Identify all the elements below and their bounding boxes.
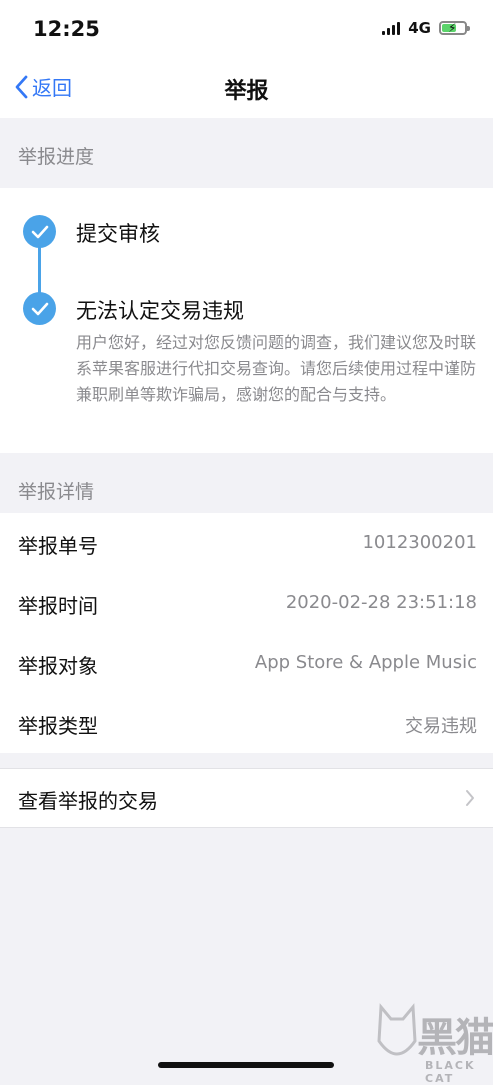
chevron-right-icon (466, 790, 474, 806)
details-header-text: 举报详情 (18, 481, 95, 503)
view-reported-transaction-row[interactable]: 查看举报的交易 (0, 768, 493, 828)
check-icon (23, 215, 56, 248)
status-time: 12:25 (33, 17, 100, 41)
progress-header-text: 举报进度 (18, 146, 95, 168)
status-indicators: 4G ⚡ (382, 19, 470, 37)
black-cat-watermark: 黑猫 BLACK CAT (375, 999, 493, 1085)
detail-value: 2020-02-28 23:51:18 (285, 592, 477, 613)
progress-timeline: 提交审核 无法认定交易违规 用户您好，经过对您反馈问题的调查，我们建议您及时联系… (0, 188, 493, 453)
detail-value: 1012300201 (362, 532, 477, 553)
detail-label: 举报对象 (18, 654, 98, 678)
detail-row-report-target: 举报对象 App Store & Apple Music (0, 633, 493, 693)
detail-row-report-time: 举报时间 2020-02-28 23:51:18 (0, 573, 493, 633)
detail-label: 举报时间 (18, 594, 98, 618)
detail-value: App Store & Apple Music (254, 652, 477, 673)
navigation-bar: 返回 举报 (0, 58, 493, 118)
home-indicator[interactable] (158, 1062, 334, 1068)
step-title: 提交审核 (76, 222, 160, 246)
page-title: 举报 (224, 79, 269, 104)
network-type: 4G (408, 19, 431, 37)
status-bar: 12:25 4G ⚡ (0, 0, 493, 58)
detail-label: 举报类型 (18, 714, 98, 738)
signal-icon (382, 21, 401, 35)
cat-logo-icon (377, 1003, 417, 1056)
detail-row-report-type: 举报类型 交易违规 (0, 693, 493, 753)
step-description: 用户您好，经过对您反馈问题的调查，我们建议您及时联系苹果客服进行代扣交易查询。请… (76, 333, 477, 404)
watermark-en: BLACK CAT (425, 1059, 476, 1085)
battery-charging-icon: ⚡ (439, 21, 470, 35)
details-section-header: 举报详情 (0, 453, 493, 513)
check-icon (23, 292, 56, 325)
report-details: 举报单号 1012300201 举报时间 2020-02-28 23:51:18… (0, 513, 493, 753)
view-transaction-label: 查看举报的交易 (18, 789, 158, 813)
step-title: 无法认定交易违规 (76, 299, 244, 323)
detail-row-report-number: 举报单号 1012300201 (0, 513, 493, 573)
detail-label: 举报单号 (18, 534, 98, 558)
progress-section-header: 举报进度 (0, 118, 493, 188)
watermark-cn: 黑猫 (417, 1015, 493, 1061)
detail-value: 交易违规 (405, 716, 477, 737)
